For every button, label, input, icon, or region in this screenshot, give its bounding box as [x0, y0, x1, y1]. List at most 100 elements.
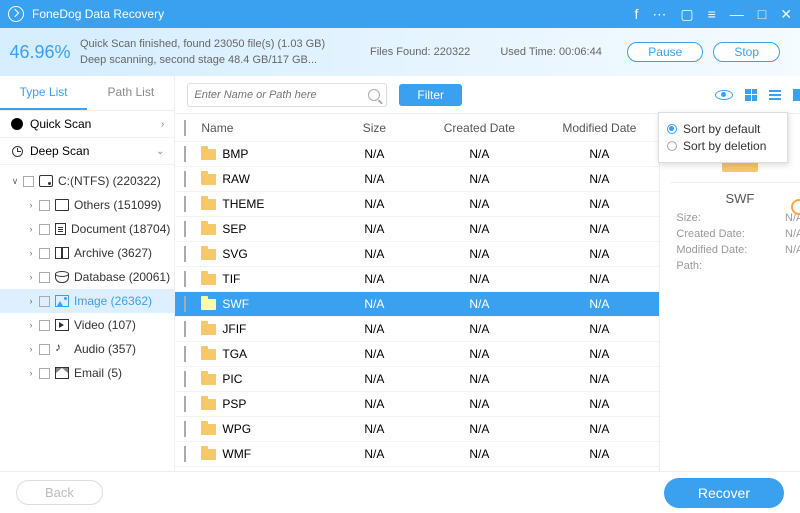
expand-icon[interactable]: › [26, 272, 36, 282]
pause-button[interactable]: Pause [627, 42, 703, 62]
recover-button[interactable]: Recover [664, 478, 784, 508]
table-row[interactable]: WPGN/AN/AN/A [175, 417, 659, 442]
tree-item[interactable]: ›Others (151099) [0, 193, 174, 217]
table-row[interactable]: SVGN/AN/AN/A [175, 242, 659, 267]
tree-item[interactable]: › Video (107) [0, 313, 174, 337]
table-row[interactable]: PSPN/AN/AN/A [175, 392, 659, 417]
zoom-icon[interactable] [791, 199, 800, 215]
search-icon[interactable] [368, 89, 380, 101]
row-modified: N/A [539, 447, 659, 461]
row-size: N/A [329, 422, 419, 436]
tree-item[interactable]: ∨C:(NTFS) (220322) [0, 169, 174, 193]
view-large-icon[interactable] [793, 89, 800, 101]
table-row[interactable]: BMPN/AN/AN/A [175, 142, 659, 167]
table-row[interactable]: JPEGN/AN/AN/A [175, 467, 659, 471]
tree-item-label: Document (18704) [71, 222, 170, 236]
checkbox[interactable] [23, 176, 34, 187]
folder-icon [201, 149, 216, 160]
folder-icon [201, 249, 216, 260]
file-list: Name Size Created Date Modified Date BMP… [175, 114, 659, 471]
table-row[interactable]: TGAN/AN/AN/A [175, 342, 659, 367]
feedback-icon[interactable]: ⋯ [652, 6, 666, 23]
filter-button[interactable]: Filter [399, 84, 462, 106]
row-checkbox[interactable] [184, 421, 186, 437]
row-checkbox[interactable] [184, 246, 186, 262]
row-checkbox[interactable] [184, 271, 186, 287]
minimize-icon[interactable]: — [730, 6, 744, 22]
col-created[interactable]: Created Date [419, 121, 539, 135]
row-checkbox[interactable] [184, 221, 186, 237]
tab-path-list[interactable]: Path List [87, 76, 174, 110]
quick-scan-header[interactable]: Quick Scan › [0, 111, 174, 138]
checkbox[interactable] [39, 224, 50, 235]
expand-icon[interactable]: ∨ [10, 176, 20, 187]
row-checkbox[interactable] [184, 146, 186, 162]
select-all-checkbox[interactable] [184, 120, 186, 136]
checkbox[interactable] [39, 272, 50, 283]
expand-icon[interactable]: › [26, 296, 36, 306]
close-icon[interactable]: ✕ [780, 6, 792, 23]
row-checkbox[interactable] [184, 296, 186, 312]
row-checkbox[interactable] [184, 446, 186, 462]
table-row[interactable]: SWFN/AN/AN/A [175, 292, 659, 317]
tree-item[interactable]: ›Database (20061) [0, 265, 174, 289]
row-checkbox[interactable] [184, 171, 186, 187]
expand-icon[interactable]: › [26, 248, 36, 258]
table-row[interactable]: JFIFN/AN/AN/A [175, 317, 659, 342]
menu-icon[interactable]: ≡ [708, 6, 716, 22]
search-box[interactable] [187, 83, 387, 107]
tree-item[interactable]: › Document (18704) [0, 217, 174, 241]
expand-icon[interactable]: › [26, 368, 36, 378]
table-row[interactable]: PICN/AN/AN/A [175, 367, 659, 392]
checkbox[interactable] [39, 344, 50, 355]
sort-deletion-option[interactable]: Sort by deletion [667, 139, 779, 153]
expand-icon[interactable]: › [26, 200, 36, 210]
app-logo-icon [8, 6, 24, 22]
maximize-icon[interactable]: □ [758, 6, 766, 22]
row-checkbox[interactable] [184, 396, 186, 412]
checkbox[interactable] [39, 200, 50, 211]
table-row[interactable]: SEPN/AN/AN/A [175, 217, 659, 242]
col-modified[interactable]: Modified Date [539, 121, 659, 135]
checkbox[interactable] [39, 320, 50, 331]
tree-item[interactable]: ›Email (5) [0, 361, 174, 385]
preview-eye-icon[interactable] [715, 90, 733, 100]
back-button[interactable]: Back [16, 480, 103, 505]
checkbox[interactable] [39, 248, 50, 259]
table-row[interactable]: THEMEN/AN/AN/A [175, 192, 659, 217]
progress-percent: 46.96% [0, 42, 80, 63]
row-size: N/A [329, 172, 419, 186]
checkbox[interactable] [39, 368, 50, 379]
save-icon[interactable]: ▢ [680, 6, 693, 23]
row-checkbox[interactable] [184, 371, 186, 387]
expand-icon[interactable]: › [26, 224, 36, 234]
col-size[interactable]: Size [329, 121, 419, 135]
row-size: N/A [329, 222, 419, 236]
tree-item[interactable]: ›Archive (3627) [0, 241, 174, 265]
stop-button[interactable]: Stop [713, 42, 780, 62]
row-checkbox[interactable] [184, 346, 186, 362]
tree-item[interactable]: › Image (26362) [0, 289, 174, 313]
sort-default-option[interactable]: Sort by default [667, 122, 779, 136]
tree-item[interactable]: ›Audio (357) [0, 337, 174, 361]
row-checkbox[interactable] [184, 196, 186, 212]
tree-item-label: Image (26362) [74, 294, 152, 308]
row-name: JFIF [222, 322, 246, 336]
folder-icon [201, 199, 216, 210]
checkbox[interactable] [39, 296, 50, 307]
col-name[interactable]: Name [199, 121, 329, 135]
share-icon[interactable]: f [635, 6, 639, 22]
view-list-icon[interactable] [769, 90, 781, 100]
expand-icon[interactable]: › [26, 320, 36, 330]
sidebar-tabs: Type List Path List [0, 76, 174, 111]
view-grid-icon[interactable] [745, 89, 757, 101]
deep-scan-header[interactable]: Deep Scan ⌄ [0, 138, 174, 165]
tree-item-label: Video (107) [74, 318, 136, 332]
table-row[interactable]: RAWN/AN/AN/A [175, 167, 659, 192]
table-row[interactable]: TIFN/AN/AN/A [175, 267, 659, 292]
expand-icon[interactable]: › [26, 344, 36, 354]
row-checkbox[interactable] [184, 321, 186, 337]
table-row[interactable]: WMFN/AN/AN/A [175, 442, 659, 467]
search-input[interactable] [194, 89, 368, 101]
tab-type-list[interactable]: Type List [0, 76, 87, 110]
